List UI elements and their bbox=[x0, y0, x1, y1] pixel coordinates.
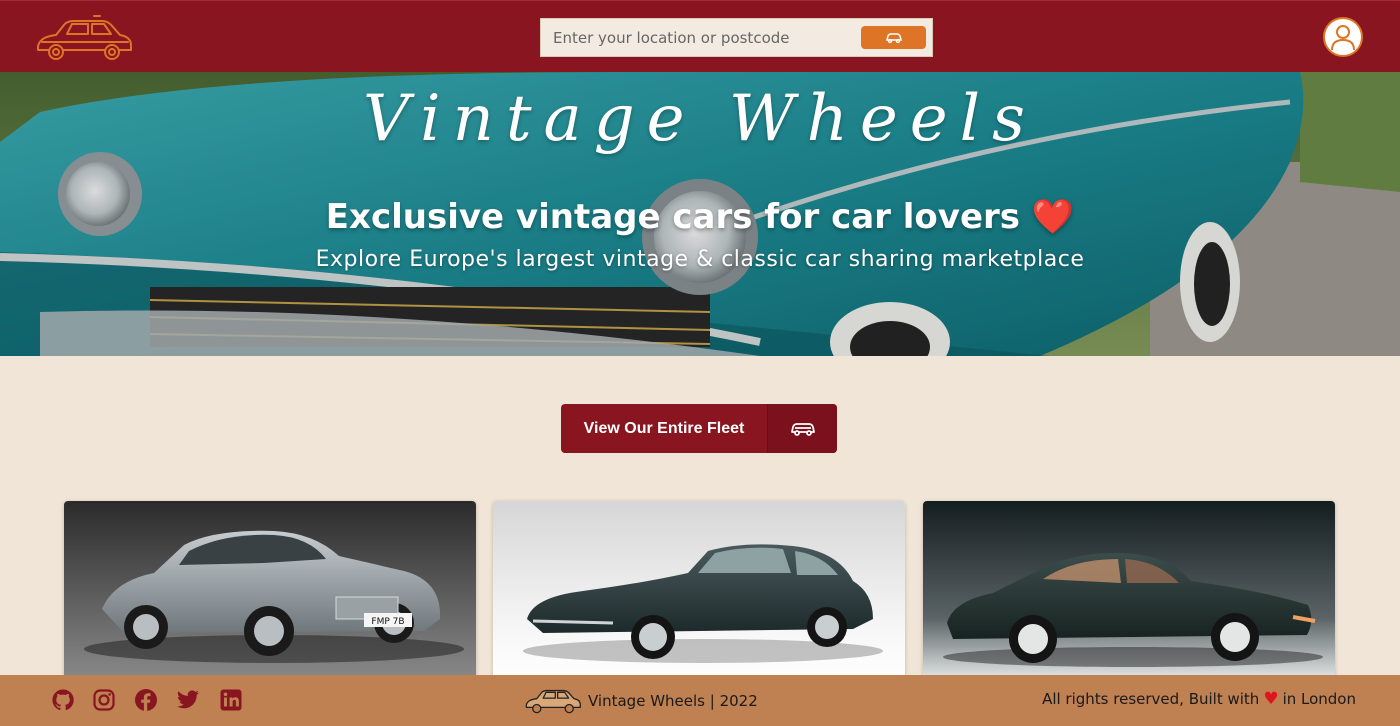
car-icon bbox=[790, 422, 815, 436]
car-image: FMP 7B bbox=[64, 501, 476, 681]
hero-title: Vintage Wheels bbox=[363, 82, 1037, 156]
view-fleet-label: View Our Entire Fleet bbox=[583, 419, 745, 437]
vintage-car-logo-icon bbox=[525, 689, 581, 714]
footer: Vintage Wheels | 2022 All rights reserve… bbox=[0, 675, 1400, 726]
facebook-icon[interactable] bbox=[134, 688, 158, 712]
footer-rights-suffix: in London bbox=[1282, 690, 1356, 708]
car-card-dark-green-rear-engine-coupe[interactable] bbox=[923, 501, 1335, 681]
footer-brand: Vintage Wheels | 2022 bbox=[524, 683, 758, 719]
heart-icon: ♥ bbox=[1263, 689, 1279, 709]
car-card-dark-green-sports-coupe[interactable] bbox=[493, 501, 905, 681]
view-fleet-button[interactable]: View Our Entire Fleet bbox=[561, 404, 837, 453]
top-navbar bbox=[0, 0, 1400, 72]
car-image bbox=[493, 501, 905, 681]
car-image bbox=[923, 501, 1335, 681]
hero-subtitle: Exclusive vintage cars for car lovers ❤️ bbox=[0, 197, 1400, 237]
footer-brand-text: Vintage Wheels | 2022 bbox=[588, 692, 758, 710]
hero-subtitle-text: Exclusive vintage cars for car lovers bbox=[325, 197, 1021, 237]
twitter-icon[interactable] bbox=[176, 688, 200, 712]
footer-rights: All rights reserved, Built with ♥ in Lon… bbox=[1042, 689, 1356, 709]
user-icon bbox=[1331, 25, 1355, 51]
hero-tagline: Explore Europe's largest vintage & class… bbox=[315, 247, 1085, 272]
license-plate: FMP 7B bbox=[371, 617, 404, 627]
vintage-car-logo-icon[interactable] bbox=[34, 12, 134, 66]
hero-banner: Vintage Wheels Exclusive vintage cars fo… bbox=[0, 72, 1400, 356]
account-button[interactable] bbox=[1323, 17, 1363, 57]
location-search-input[interactable] bbox=[541, 19, 851, 56]
car-card-silver-classic-coupe[interactable]: FMP 7B bbox=[64, 501, 476, 681]
github-icon[interactable] bbox=[51, 688, 75, 712]
location-search bbox=[540, 18, 933, 57]
instagram-icon[interactable] bbox=[92, 688, 116, 712]
car-icon bbox=[885, 32, 902, 43]
linkedin-icon[interactable] bbox=[219, 688, 243, 712]
heart-emoji-icon: ❤️ bbox=[1031, 197, 1075, 237]
footer-rights-prefix: All rights reserved, Built with bbox=[1042, 690, 1260, 708]
search-button[interactable] bbox=[861, 26, 926, 49]
view-fleet-icon-cell bbox=[767, 404, 837, 453]
